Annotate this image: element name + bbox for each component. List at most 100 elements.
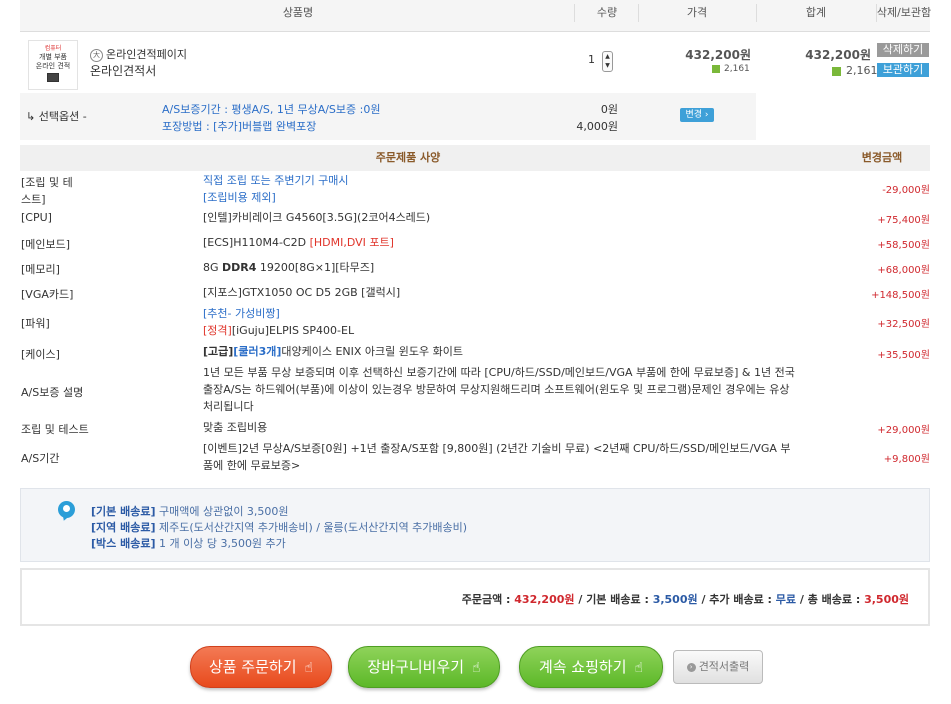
spec-label: A/S보증 설명 xyxy=(21,386,84,399)
product-name-line1: 온라인견적페이지 xyxy=(106,48,187,61)
option-label: ↳ 선택옵션 - xyxy=(26,110,87,123)
stamp-icon: 大 xyxy=(90,48,103,62)
spec-price: +29,000원 xyxy=(877,425,930,436)
total-points: 2,161 xyxy=(832,64,878,77)
continue-shopping-button[interactable]: 계속 쇼핑하기 ☝ xyxy=(519,646,663,688)
shipping-line: [기본 배송료] 구매액에 상관없이 3,500원 xyxy=(91,503,289,519)
spec-price: -29,000원 xyxy=(882,185,930,196)
spec-price: +75,400원 xyxy=(877,215,930,226)
option-price2: 4,000원 xyxy=(576,120,618,133)
col-product: 상품명 xyxy=(282,6,314,19)
base-shipping: 3,500원 xyxy=(652,593,698,606)
spec-bold: [고급] xyxy=(203,345,234,358)
quantity-stepper[interactable]: ▲ ▼ xyxy=(602,51,613,72)
thumbnail-brand: 컴퓨터 xyxy=(44,45,62,52)
option-line2: 포장방법 : [추가]버블랩 완벽포장 xyxy=(162,120,317,133)
spec-text: 대양케이스 ENIX 아크릴 윈도우 화이트 xyxy=(281,345,463,358)
shipping-value: 구매액에 상관없이 3,500원 xyxy=(155,505,289,518)
stepper-up-icon[interactable]: ▲ xyxy=(603,52,612,61)
points-value: 2,161 xyxy=(724,64,750,74)
spec-content: 직접 조립 또는 주변기기 구매시 [조립비용 제외] xyxy=(203,172,798,206)
clear-cart-button[interactable]: 장바구니비우기 ☝ xyxy=(348,646,500,688)
spec-content: [추천- 가성비짱] [정격][iGuju]ELPIS SP400-EL xyxy=(203,305,798,339)
quantity-value: 1 xyxy=(588,53,595,66)
shipping-key: [박스 배송료] xyxy=(91,537,156,550)
spec-price: +32,500원 xyxy=(877,319,930,330)
spec-bold: DDR4 xyxy=(222,261,257,274)
summary-label: 주문금액 : xyxy=(461,593,515,606)
summary-label: / 추가 배송료 : xyxy=(697,593,776,606)
spec-label: [케이스] xyxy=(21,348,60,361)
spec-label: [파워] xyxy=(21,317,50,330)
spec-price: +58,500원 xyxy=(877,240,930,251)
spec-content: 1년 모든 부품 무상 보증되며 이후 선택하신 보증기간에 따라 [CPU/하… xyxy=(203,366,795,413)
spec-line: [조립비용 제외] xyxy=(203,191,276,204)
product-name-link[interactable]: 大 온라인견적페이지 xyxy=(90,46,187,62)
spec-highlight: [정격] xyxy=(203,324,232,337)
spec-content: 8G DDR4 19200[8G×1][타무즈] xyxy=(203,259,798,276)
unit-price: 432,200원 xyxy=(685,48,751,62)
spec-label: [조립 및 테스트] xyxy=(21,176,73,206)
shipping-value: 제주도(도서산간지역 추가배송비) / 울릉(도서산간지역 추가배송비) xyxy=(155,521,468,534)
save-to-wishlist-button[interactable]: 보관하기 xyxy=(877,63,929,77)
thumbnail-line2: 온라인 견적 xyxy=(35,62,71,70)
monitor-icon xyxy=(47,73,59,82)
spec-content: 맞춤 조립비용 xyxy=(203,421,268,434)
col-qty: 수량 xyxy=(596,6,618,19)
spec-price: +148,500원 xyxy=(871,290,930,301)
spec-label: [메인보드] xyxy=(21,238,71,251)
spec-content: [이벤트]2년 무상A/S보증[0원] +1년 출장A/S포함 [9,800원]… xyxy=(203,442,791,472)
extra-shipping: 무료 xyxy=(775,593,797,606)
button-label: 상품 주문하기 xyxy=(208,658,297,676)
spec-label: [CPU] xyxy=(21,211,52,224)
order-amount: 432,200원 xyxy=(514,593,575,606)
spec-price: +68,000원 xyxy=(877,265,930,276)
shipping-line: [박스 배송료] 1 개 이상 당 3,500원 추가 xyxy=(91,535,286,551)
stepper-down-icon[interactable]: ▼ xyxy=(603,61,612,70)
change-option-button[interactable]: 변경 › xyxy=(680,108,714,122)
shipping-line: [지역 배송료] 제주도(도서산간지역 추가배송비) / 울릉(도서산간지역 추… xyxy=(91,519,467,535)
delete-button[interactable]: 삭제하기 xyxy=(877,43,929,57)
spec-highlight: [HDMI,DVI 포트] xyxy=(309,236,394,249)
spec-line: [추천- 가성비짱] xyxy=(203,307,280,320)
product-thumbnail[interactable]: 컴퓨터 개별 부품 온라인 견적 xyxy=(28,40,78,90)
product-name-line2[interactable]: 온라인견적서 xyxy=(90,62,156,79)
spec-content: [ECS]H110M4-C2D [HDMI,DVI 포트] xyxy=(203,234,798,251)
button-label: 계속 쇼핑하기 xyxy=(538,658,627,676)
total-points-value: 2,161 xyxy=(846,64,878,77)
print-estimate-button[interactable]: › 견적서출력 xyxy=(673,650,763,684)
shipping-key: [기본 배송료] xyxy=(91,505,156,518)
spec-label: [VGA카드] xyxy=(21,288,74,301)
spec-line: 직접 조립 또는 주변기기 구매시 xyxy=(203,174,349,187)
col-total: 합계 xyxy=(805,6,827,19)
spec-label: A/S기간 xyxy=(21,452,60,465)
col-price: 가격 xyxy=(686,6,708,19)
pointer-hand-icon: ☝ xyxy=(634,660,644,676)
line-total: 432,200원 xyxy=(805,48,871,62)
divider xyxy=(574,4,575,22)
spec-content: [지포스]GTX1050 OC D5 2GB [갤럭시] xyxy=(203,286,401,299)
order-button[interactable]: 상품 주문하기 ☝ xyxy=(190,646,332,688)
shipping-key: [지역 배송료] xyxy=(91,521,156,534)
spec-header-left: 주문제품 사양 xyxy=(375,151,441,164)
spec-label: [메모리] xyxy=(21,263,60,276)
spec-table-header: 주문제품 사양 변경금액 xyxy=(20,145,930,171)
point-icon xyxy=(712,64,720,73)
points: 2,161 xyxy=(712,64,750,74)
option-price1: 0원 xyxy=(600,103,618,116)
spec-price: +9,800원 xyxy=(883,454,930,465)
col-action: 삭제/보관함 xyxy=(876,6,932,19)
pointer-hand-icon: ☝ xyxy=(304,660,314,676)
cart-table-header: 상품명 수량 가격 합계 삭제/보관함 xyxy=(20,0,932,32)
spec-content: [고급][쿨러3개]대양케이스 ENIX 아크릴 윈도우 화이트 xyxy=(203,343,798,360)
summary-label: / 총 배송료 : xyxy=(796,593,865,606)
option-line1: A/S보증기간 : 평생A/S, 1년 무상A/S보증 :0원 xyxy=(162,103,381,116)
pointer-hand-icon: ☝ xyxy=(472,660,481,676)
spec-highlight: [쿨러3개] xyxy=(233,345,282,358)
order-summary: 주문금액 : 432,200원 / 기본 배송료 : 3,500원 / 추가 배… xyxy=(462,591,909,607)
chat-bubble-icon xyxy=(58,501,75,518)
button-label: 견적서출력 xyxy=(698,660,750,673)
shipping-value: 1 개 이상 당 3,500원 추가 xyxy=(155,537,286,550)
spec-text: 8G xyxy=(203,261,223,274)
spec-price: +35,500원 xyxy=(877,350,930,361)
